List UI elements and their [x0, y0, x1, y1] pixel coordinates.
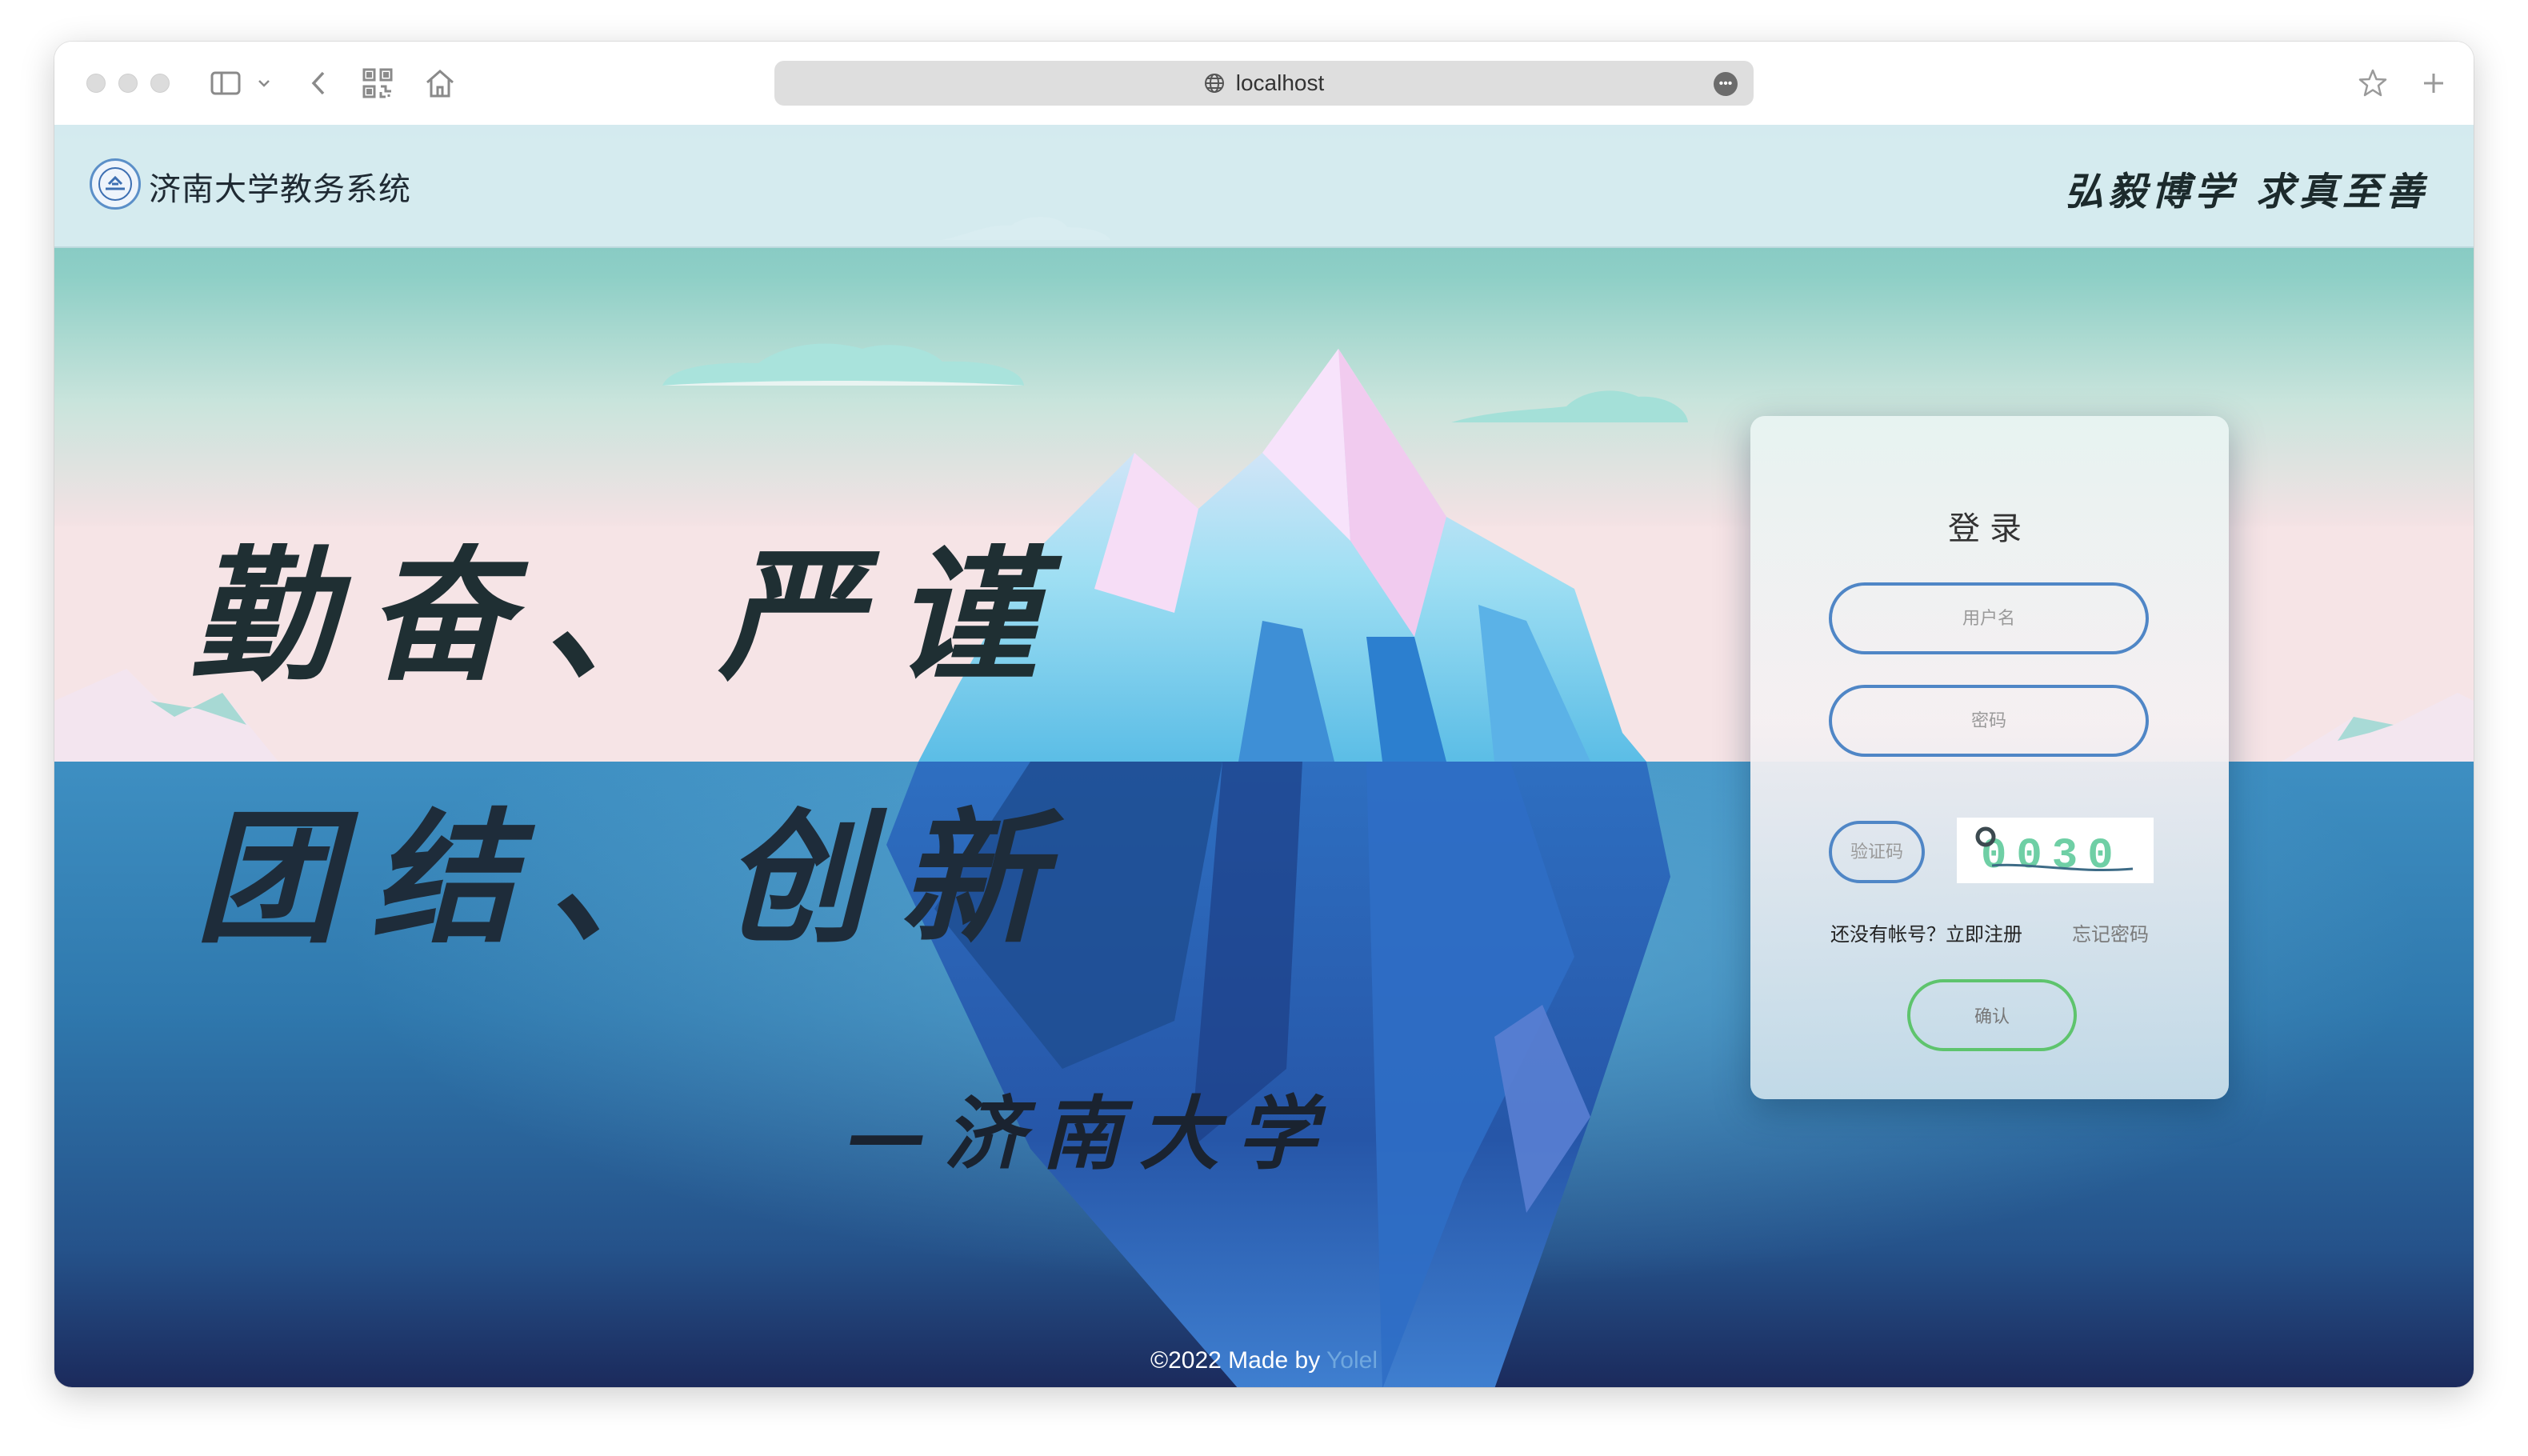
password-input[interactable]	[1829, 685, 2149, 757]
qr-code-icon[interactable]	[360, 62, 395, 104]
new-tab-plus-icon[interactable]	[2416, 62, 2451, 104]
sidebar-toggle-icon[interactable]	[208, 62, 243, 104]
captcha-image[interactable]: 0030	[1957, 818, 2154, 883]
username-input[interactable]	[1829, 582, 2149, 654]
address-bar[interactable]: localhost •••	[774, 61, 1754, 106]
site-title: 济南大学教务系统	[149, 171, 411, 208]
chevron-down-icon[interactable]	[256, 62, 272, 104]
site-header: 济南大学教务系统 弘毅博学 求真至善	[54, 125, 2474, 248]
login-card: 登录 0030 还没有帐号？立即注册 忘记密码 确认	[1750, 416, 2229, 1099]
university-logo	[90, 158, 141, 210]
login-title: 登录	[1948, 510, 2031, 547]
page-viewport: 济南大学教务系统 弘毅博学 求真至善 勤奋、严谨 团结、创新 —济南大学 登录 …	[54, 125, 2474, 1387]
more-options-icon[interactable]: •••	[1714, 72, 1738, 96]
footer-author-link[interactable]: Yolel	[1326, 1347, 1378, 1374]
globe-icon	[1204, 73, 1225, 94]
slogan-line-2: 团结、创新	[195, 794, 1076, 963]
slogan-line-1: 勤奋、严谨	[190, 532, 1071, 701]
close-window-button[interactable]	[86, 74, 106, 93]
slogan-signature: —济南大学	[846, 1086, 1334, 1181]
forgot-password-link[interactable]: 忘记密码	[2072, 918, 2149, 946]
home-icon[interactable]	[422, 62, 458, 104]
zoom-window-button[interactable]	[150, 74, 170, 93]
browser-toolbar: localhost •••	[54, 42, 2474, 125]
mountain-decoration	[2282, 693, 2474, 762]
bookmark-star-icon[interactable]	[2355, 62, 2390, 104]
page-footer: ©2022 Made by Yolel	[54, 1347, 2474, 1374]
register-link[interactable]: 还没有帐号？立即注册	[1830, 918, 2022, 946]
captcha-input[interactable]	[1829, 821, 1925, 883]
browser-window: localhost ••• 济南大学教务系统 弘毅博学 求真至善 勤奋、严谨 团…	[54, 42, 2474, 1387]
captcha-text: 0030	[1981, 832, 2123, 881]
back-arrow-icon[interactable]	[304, 62, 333, 104]
url-text: localhost	[1235, 70, 1325, 95]
university-motto: 弘毅博学 求真至善	[2065, 170, 2429, 214]
footer-copyright: ©2022 Made by	[1150, 1347, 1327, 1374]
minimize-window-button[interactable]	[118, 74, 138, 93]
confirm-button[interactable]: 确认	[1907, 979, 2077, 1051]
